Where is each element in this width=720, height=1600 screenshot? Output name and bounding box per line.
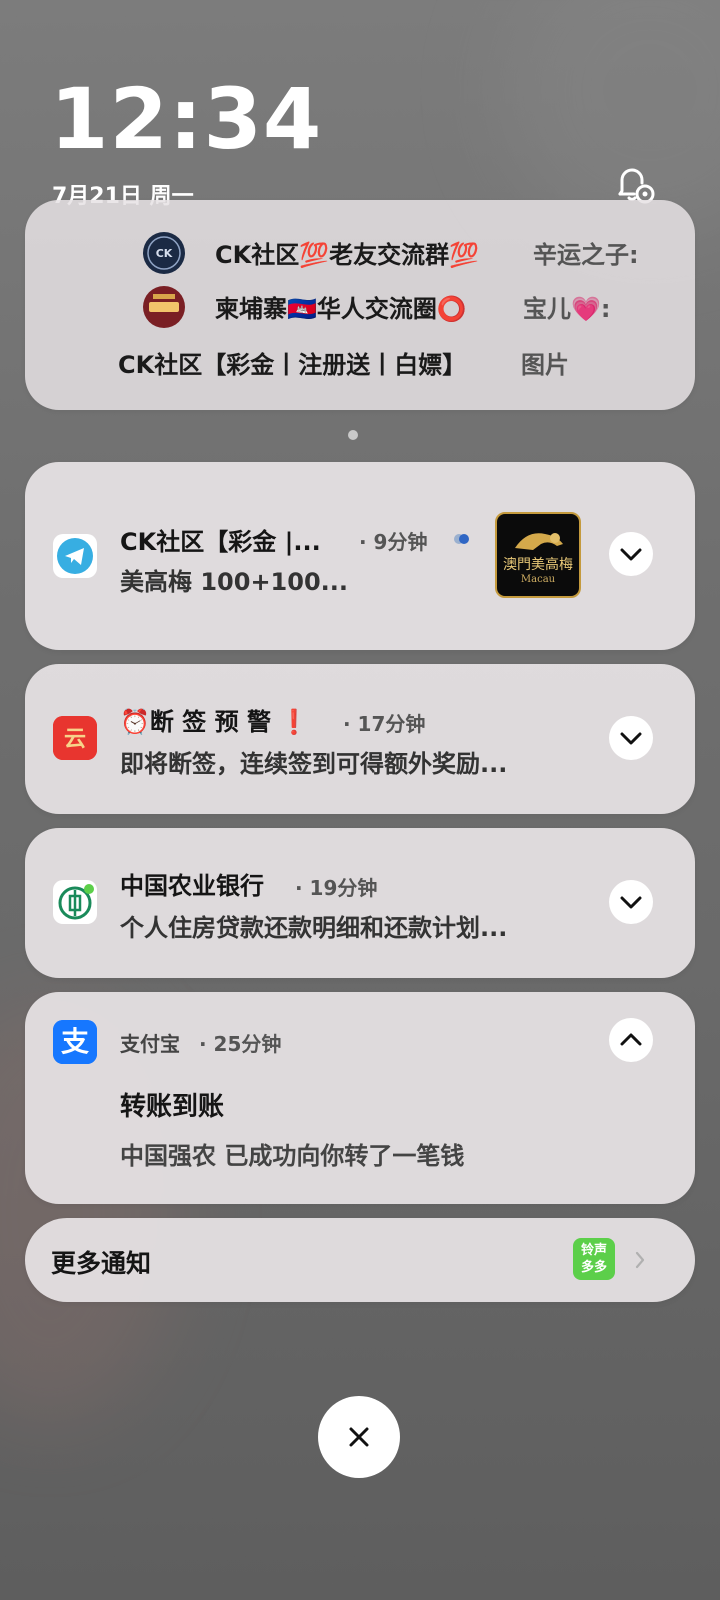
notification-card-checkin[interactable]: 云 ⏰断 签 预 警 ❗ · 17分钟 即将断签，连续签到可得额外奖励... xyxy=(25,664,695,814)
thumbnail-title: 澳門美高梅 xyxy=(503,557,573,573)
notification-card-alipay[interactable]: 支 支付宝 · 25分钟 转账到账 中国强农 已成功向你转了一笔钱 xyxy=(25,992,695,1204)
notification-title: ⏰断 签 预 警 ❗ xyxy=(120,708,310,736)
group-summary-tail: 图片 xyxy=(521,350,569,379)
notification-body: 中国强农 已成功向你转了一笔钱 xyxy=(120,1142,465,1170)
grouped-notification-card[interactable]: CK CK社区💯老友交流群💯 辛运之子: 柬埔寨🇰🇭华人交流圈⭕ 宝儿💗: CK… xyxy=(25,200,695,410)
notification-thumbnail[interactable]: 澳門美高梅 Macau xyxy=(495,512,581,598)
collapse-button[interactable] xyxy=(609,1018,653,1062)
notification-body: 即将断签，连续签到可得额外奖励... xyxy=(120,750,508,778)
group-sender: 辛运之子: xyxy=(533,240,639,269)
close-icon xyxy=(349,1427,369,1447)
alipay-icon-char: 支 xyxy=(60,1025,89,1058)
group-name: CK社区💯老友交流群💯 xyxy=(215,240,479,269)
chevron-down-icon xyxy=(620,896,642,909)
group-badge-icon xyxy=(149,294,179,312)
notification-title: 中国农业银行 xyxy=(120,872,264,900)
more-notifications-label: 更多通知 xyxy=(51,1249,152,1278)
sync-dots-icon xyxy=(454,534,469,544)
group-avatar-ck: CK xyxy=(143,232,185,274)
notification-time: · 17分钟 xyxy=(343,712,426,736)
notification-time: · 25分钟 xyxy=(199,1032,282,1056)
notification-time: · 19分钟 xyxy=(295,876,378,900)
notification-card-abc-bank[interactable]: 中国农业银行 · 19分钟 个人住房贷款还款明细和还款计划... xyxy=(25,828,695,978)
badge-line: 多多 xyxy=(580,1260,607,1275)
clock-time: 12:34 xyxy=(50,70,323,168)
chevron-right-icon xyxy=(635,1251,645,1269)
telegram-logo-icon xyxy=(57,538,93,574)
group-summary-title: CK社区【彩金丨注册送丨白嫖】 xyxy=(118,350,467,379)
expand-button[interactable] xyxy=(609,532,653,576)
clear-all-button[interactable] xyxy=(318,1396,400,1478)
notification-card-telegram[interactable]: CK社区【彩金 |... · 9分钟 美高梅 100+100... 澳門美高梅 … xyxy=(25,462,695,650)
svg-text:CK: CK xyxy=(156,247,173,260)
badge-line: 铃声 xyxy=(580,1243,607,1258)
notification-title: CK社区【彩金 |... xyxy=(120,528,321,556)
red-app-icon: 云 xyxy=(53,716,97,760)
ck-logo-icon: CK xyxy=(147,236,181,270)
chevron-down-icon xyxy=(620,732,642,745)
group-sender: 宝儿💗: xyxy=(523,294,611,323)
notification-body: 个人住房贷款还款明细和还款计划... xyxy=(120,914,508,942)
expand-button[interactable] xyxy=(609,880,653,924)
notification-headline: 转账到账 xyxy=(120,1092,225,1122)
notification-app-name: 支付宝 xyxy=(120,1032,180,1056)
page-indicator-dot xyxy=(348,430,358,440)
telegram-icon xyxy=(53,534,97,578)
chevron-up-icon xyxy=(620,1033,642,1046)
notification-time: · 9分钟 xyxy=(359,530,428,554)
svg-text:云: 云 xyxy=(64,726,86,752)
thumbnail-subtitle: Macau xyxy=(520,574,556,585)
more-notifications-row[interactable]: 更多通知 铃声 多多 xyxy=(25,1218,695,1302)
alipay-icon: 支 xyxy=(53,1020,97,1064)
abc-bank-logo-icon xyxy=(58,884,94,920)
ringtone-app-badge: 铃声 多多 xyxy=(573,1238,615,1280)
abc-bank-icon xyxy=(53,880,97,924)
cloud-app-logo-icon: 云 xyxy=(53,716,97,760)
notification-body: 美高梅 100+100... xyxy=(120,568,349,596)
chevron-down-icon xyxy=(620,548,642,561)
expand-button[interactable] xyxy=(609,716,653,760)
group-avatar-cambodia xyxy=(143,286,185,328)
group-name: 柬埔寨🇰🇭华人交流圈⭕ xyxy=(215,294,467,323)
